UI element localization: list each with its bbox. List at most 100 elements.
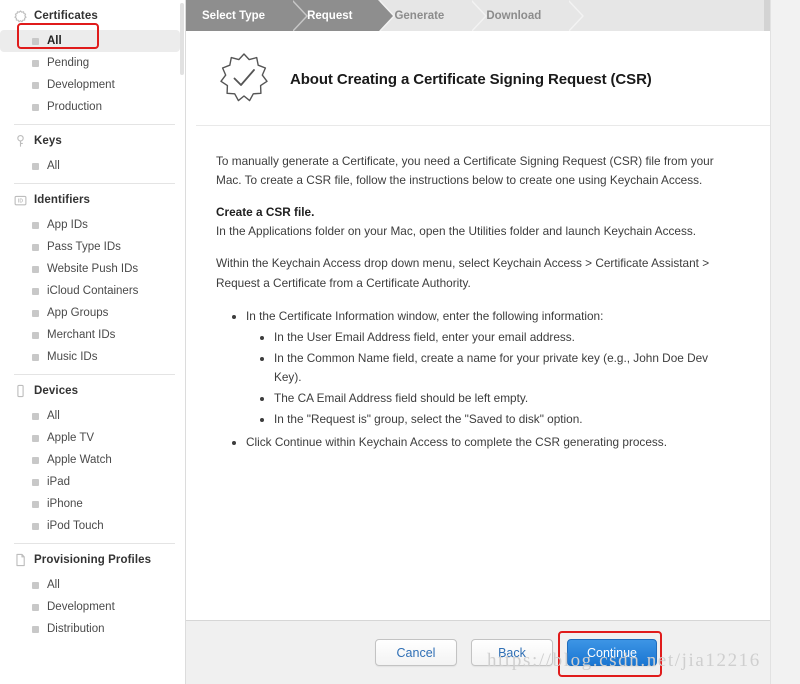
- instruction-sub-bullet: In the "Request is" group, select the "S…: [274, 410, 738, 429]
- sidebar-item-ipad[interactable]: iPad: [0, 471, 185, 493]
- sidebar-item-distribution[interactable]: Distribution: [0, 618, 185, 640]
- sidebar-item-label: Merchant IDs: [47, 329, 116, 341]
- sidebar-group-header: Keys: [0, 127, 185, 155]
- bullet-icon: [32, 522, 39, 530]
- sidebar-item-label: Apple Watch: [47, 454, 112, 466]
- instruction-bullet-text: In the Certificate Information window, e…: [246, 308, 604, 323]
- continue-button[interactable]: Continue: [567, 639, 657, 666]
- sidebar-group-header: Certificates: [0, 2, 185, 30]
- sidebar-item-all[interactable]: All: [0, 30, 180, 52]
- sidebar-item-label: Music IDs: [47, 351, 98, 363]
- sidebar-item-app-ids[interactable]: App IDs: [0, 214, 185, 236]
- sidebar-divider: [14, 183, 175, 184]
- cancel-button[interactable]: Cancel: [375, 639, 457, 666]
- bullet-icon: [32, 309, 39, 317]
- sidebar-item-all[interactable]: All: [0, 574, 185, 596]
- sidebar-item-pass-type-ids[interactable]: Pass Type IDs: [0, 236, 185, 258]
- bullet-icon: [32, 221, 39, 229]
- svg-text:ID: ID: [18, 198, 23, 204]
- bullet-icon: [32, 162, 39, 170]
- bullet-icon: [32, 500, 39, 508]
- sidebar-item-production[interactable]: Production: [0, 96, 185, 118]
- instruction-sub-list: In the User Email Address field, enter y…: [262, 328, 738, 430]
- main-panel: Select Type Request Generate Download About…: [186, 0, 800, 684]
- instruction-sub-bullet: In the User Email Address field, enter y…: [274, 328, 738, 347]
- sidebar-item-label: Pass Type IDs: [47, 241, 121, 253]
- bullet-icon: [32, 456, 39, 464]
- sidebar-item-development[interactable]: Development: [0, 74, 185, 96]
- sidebar-item-label: iPhone: [47, 498, 83, 510]
- sidebar-item-label: iPod Touch: [47, 520, 104, 532]
- certificate-seal-check-icon: [216, 51, 272, 107]
- step-label: Generate: [394, 9, 445, 22]
- sidebar-divider: [14, 374, 175, 375]
- step-label: Select Type: [202, 9, 266, 22]
- bullet-icon: [32, 243, 39, 251]
- bullet-icon: [32, 478, 39, 486]
- content-area: About Creating a Certificate Signing Req…: [186, 31, 800, 620]
- sidebar-group-title: Certificates: [34, 10, 98, 22]
- sidebar-item-label: Development: [47, 79, 115, 91]
- sidebar-item-iphone[interactable]: iPhone: [0, 493, 185, 515]
- step-label: Download: [486, 9, 542, 22]
- intro-paragraph: To manually generate a Certificate, you …: [216, 154, 714, 188]
- step-select-type[interactable]: Select Type: [186, 0, 309, 31]
- section-line: In the Applications folder on your Mac, …: [216, 224, 697, 239]
- step-label: Request: [307, 9, 353, 22]
- sidebar-item-ipod-touch[interactable]: iPod Touch: [0, 515, 185, 537]
- instruction-bullet-text: Click Continue within Keychain Access to…: [246, 435, 667, 450]
- sidebar-item-apple-watch[interactable]: Apple Watch: [0, 449, 185, 471]
- id-badge-icon: ID: [14, 193, 27, 207]
- sidebar-scrollbar-thumb[interactable]: [180, 3, 184, 75]
- sidebar-item-label: All: [47, 35, 62, 47]
- sidebar-group-provisioning-profiles: Provisioning Profiles All Development Distr…: [0, 546, 185, 640]
- bullet-icon: [32, 287, 39, 295]
- device-phone-icon: [14, 384, 27, 398]
- instruction-bullet: Click Continue within Keychain Access to…: [246, 433, 738, 452]
- key-icon: [14, 134, 27, 148]
- bullet-icon: [32, 603, 39, 611]
- bullet-icon: [32, 434, 39, 442]
- sidebar-item-icloud-containers[interactable]: iCloud Containers: [0, 280, 185, 302]
- sidebar: Certificates All Pending Development Product…: [0, 0, 186, 684]
- bullet-icon: [32, 37, 39, 45]
- sidebar-item-music-ids[interactable]: Music IDs: [0, 346, 185, 368]
- sidebar-item-app-groups[interactable]: App Groups: [0, 302, 185, 324]
- sidebar-item-label: All: [47, 160, 60, 172]
- section-heading: Create a CSR file.: [216, 205, 315, 220]
- sidebar-item-all[interactable]: All: [0, 405, 185, 427]
- sidebar-item-all[interactable]: All: [0, 155, 185, 177]
- sidebar-item-label: All: [47, 410, 60, 422]
- sidebar-group-header: Provisioning Profiles: [0, 546, 185, 574]
- back-button[interactable]: Back: [471, 639, 553, 666]
- sidebar-group-devices: Devices All Apple TV Apple Watch iPad iPhone i…: [0, 377, 185, 537]
- bullet-icon: [32, 581, 39, 589]
- instructions-body: To manually generate a Certificate, you …: [186, 126, 800, 452]
- bullet-icon: [32, 81, 39, 89]
- sidebar-item-label: iCloud Containers: [47, 285, 139, 297]
- sidebar-item-label: Distribution: [47, 623, 105, 635]
- sidebar-group-title: Provisioning Profiles: [34, 554, 152, 566]
- bullet-icon: [32, 331, 39, 339]
- sidebar-item-pending[interactable]: Pending: [0, 52, 185, 74]
- instruction-bullet-list: In the Certificate Information window, e…: [234, 307, 738, 453]
- wizard-step-breadcrumb: Select Type Request Generate Download: [186, 0, 800, 31]
- bullet-icon: [32, 103, 39, 111]
- bullet-icon: [32, 265, 39, 273]
- sidebar-item-website-push-ids[interactable]: Website Push IDs: [0, 258, 185, 280]
- sidebar-item-apple-tv[interactable]: Apple TV: [0, 427, 185, 449]
- right-gutter: [770, 0, 800, 684]
- sidebar-item-merchant-ids[interactable]: Merchant IDs: [0, 324, 185, 346]
- instruction-sub-bullet: The CA Email Address field should be lef…: [274, 389, 738, 408]
- sidebar-group-header: ID Identifiers: [0, 186, 185, 214]
- sidebar-group-certificates: Certificates All Pending Development Product…: [0, 2, 185, 118]
- bullet-icon: [32, 353, 39, 361]
- sidebar-item-development[interactable]: Development: [0, 596, 185, 618]
- step-chevron-icon: [470, 0, 486, 31]
- step-chevron-icon: [567, 0, 583, 31]
- sidebar-group-list: Certificates All Pending Development Product…: [0, 2, 185, 640]
- sidebar-divider: [14, 124, 175, 125]
- sidebar-item-label: iPad: [47, 476, 71, 488]
- wizard-footer: Cancel Back Continue: [186, 620, 800, 684]
- instruction-bullet: In the Certificate Information window, e…: [246, 307, 738, 430]
